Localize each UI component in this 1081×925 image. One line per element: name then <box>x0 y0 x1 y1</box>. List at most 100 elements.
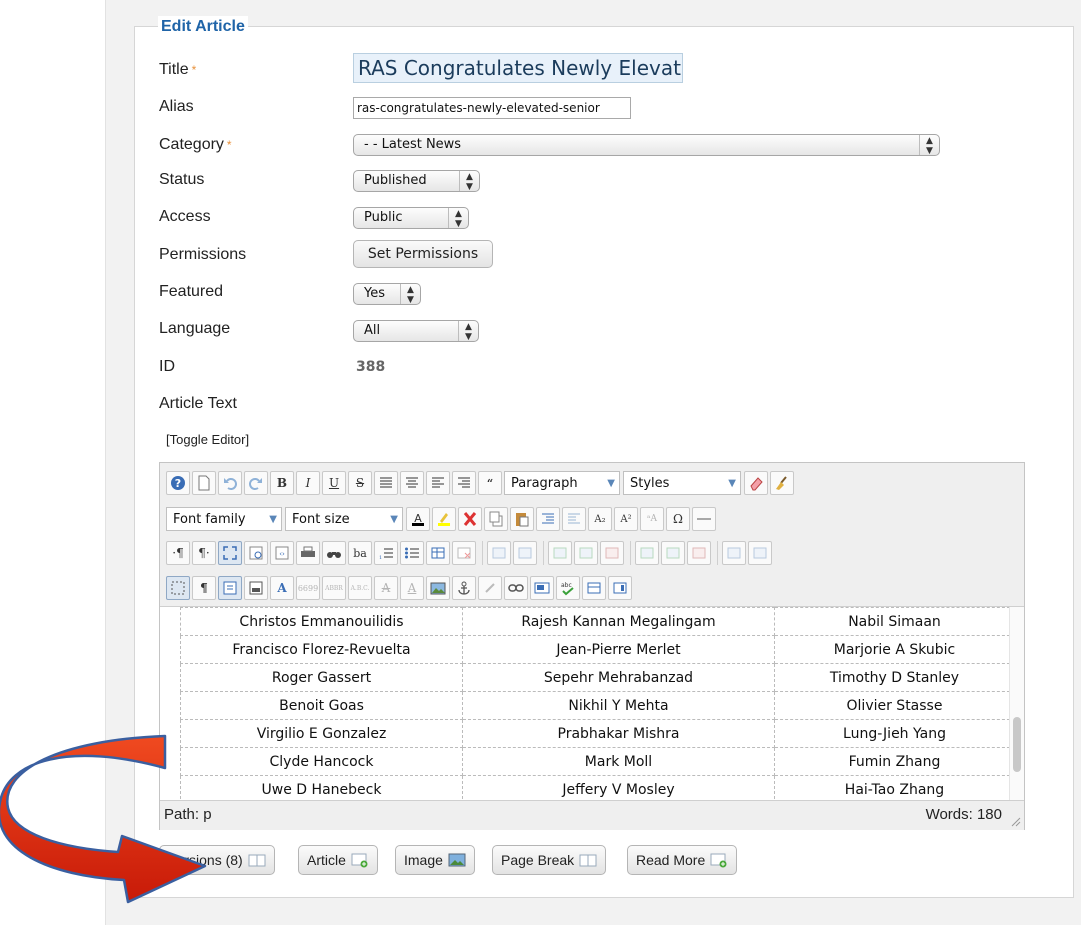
table-cell[interactable]: Roger Gassert <box>180 663 463 692</box>
image-button[interactable]: Image <box>395 845 475 875</box>
delete-column-icon[interactable] <box>687 541 711 565</box>
acronym-icon[interactable]: A.B.C. <box>348 576 372 600</box>
subscript-icon[interactable]: A₂ <box>588 507 612 531</box>
style-props-icon[interactable]: A <box>270 576 294 600</box>
unlink-icon[interactable] <box>478 576 502 600</box>
table-cell[interactable]: Francisco Florez-Revuelta <box>180 635 463 664</box>
find-icon[interactable] <box>322 541 346 565</box>
outdent-icon[interactable] <box>562 507 586 531</box>
toggle-editor-link[interactable]: [Toggle Editor] <box>166 432 249 447</box>
table-cell[interactable]: Olivier Stasse <box>774 691 1015 720</box>
styles-select[interactable]: Styles ▼ <box>623 471 741 495</box>
page-properties-icon[interactable] <box>608 576 632 600</box>
table-cell[interactable]: Sepehr Mehrabanzad <box>462 663 775 692</box>
italic-icon[interactable]: I <box>296 471 320 495</box>
help-icon[interactable]: ? <box>166 471 190 495</box>
new-document-icon[interactable] <box>192 471 216 495</box>
bullet-list-icon[interactable] <box>400 541 424 565</box>
table-cell[interactable]: Marjorie A Skubic <box>774 635 1015 664</box>
paste-icon[interactable] <box>510 507 534 531</box>
category-select[interactable]: - - Latest News ▲ ▼ <box>353 134 940 156</box>
insert-media-icon[interactable] <box>530 576 554 600</box>
table-cell[interactable]: Fumin Zhang <box>774 747 1015 776</box>
featured-select[interactable]: Yes ▲ ▼ <box>353 283 421 305</box>
table-cell[interactable]: Benoit Goas <box>180 691 463 720</box>
numbered-list-icon[interactable]: 1 <box>374 541 398 565</box>
insert-column-after-icon[interactable] <box>661 541 685 565</box>
delete-row-icon[interactable] <box>600 541 624 565</box>
table-cell[interactable]: Christos Emmanouilidis <box>180 607 463 636</box>
split-cells-icon[interactable] <box>722 541 746 565</box>
replace-icon[interactable]: ba <box>348 541 372 565</box>
indent-icon[interactable] <box>536 507 560 531</box>
align-justify-icon[interactable] <box>374 471 398 495</box>
cut-icon[interactable] <box>458 507 482 531</box>
table-cell[interactable]: Jean-Pierre Merlet <box>462 635 775 664</box>
cite-icon[interactable]: 6699 <box>296 576 320 600</box>
spellcheck-icon[interactable]: abc <box>556 576 580 600</box>
read-more-button[interactable]: Read More <box>627 845 738 875</box>
visual-chars-icon[interactable]: ¶ <box>192 576 216 600</box>
page-break-button[interactable]: Page Break <box>492 845 607 875</box>
delete-text-icon[interactable]: A <box>374 576 398 600</box>
table-cell[interactable]: Nikhil Y Mehta <box>462 691 775 720</box>
cell-properties-icon[interactable] <box>513 541 537 565</box>
undo-icon[interactable] <box>218 471 242 495</box>
scrollbar-thumb[interactable] <box>1013 717 1021 772</box>
insert-row-after-icon[interactable] <box>574 541 598 565</box>
visual-aid-icon[interactable] <box>166 576 190 600</box>
merge-cells-icon[interactable] <box>748 541 772 565</box>
align-center-icon[interactable] <box>400 471 424 495</box>
text-color-icon[interactable]: A <box>406 507 430 531</box>
table-cell[interactable]: Virgilio E Gonzalez <box>180 719 463 748</box>
access-select[interactable]: Public ▲ ▼ <box>353 207 469 229</box>
set-permissions-button[interactable]: Set Permissions <box>353 240 493 268</box>
anchor-icon[interactable] <box>452 576 476 600</box>
cleanup-broom-icon[interactable] <box>770 471 794 495</box>
font-size-select[interactable]: Font size ▼ <box>285 507 403 531</box>
eraser-icon[interactable] <box>744 471 768 495</box>
row-properties-icon[interactable] <box>487 541 511 565</box>
title-input[interactable]: RAS Congratulates Newly Elevated <box>353 53 683 83</box>
alias-input[interactable]: ras-congratulates-newly-elevated-senior <box>353 97 631 119</box>
print-icon[interactable] <box>296 541 320 565</box>
table-cell[interactable]: Jeffery V Mosley <box>462 775 775 800</box>
underline-icon[interactable]: U <box>322 471 346 495</box>
align-left-icon[interactable] <box>426 471 450 495</box>
table-cell[interactable]: Mark Moll <box>462 747 775 776</box>
insert-table-icon[interactable] <box>426 541 450 565</box>
insert-link-icon[interactable] <box>504 576 528 600</box>
superscript-icon[interactable]: A² <box>614 507 638 531</box>
editor-scrollbar[interactable] <box>1009 607 1024 800</box>
abbreviation-icon[interactable]: ABBR <box>322 576 346 600</box>
insert-column-before-icon[interactable] <box>635 541 659 565</box>
table-cell[interactable]: Clyde Hancock <box>180 747 463 776</box>
insert-row-before-icon[interactable] <box>548 541 572 565</box>
redo-icon[interactable] <box>244 471 268 495</box>
table-cell[interactable]: Timothy D Stanley <box>774 663 1015 692</box>
table-cell[interactable]: Rajesh Kannan Megalingam <box>462 607 775 636</box>
bold-icon[interactable]: B <box>270 471 294 495</box>
template-icon[interactable] <box>582 576 606 600</box>
table-cell[interactable]: Nabil Simaan <box>774 607 1015 636</box>
table-cell[interactable]: Prabhakar Mishra <box>462 719 775 748</box>
table-cell[interactable]: Uwe D Hanebeck <box>180 775 463 800</box>
resize-handle-icon[interactable] <box>1009 815 1021 827</box>
special-character-icon[interactable]: Ω <box>666 507 690 531</box>
article-button[interactable]: Article <box>298 845 378 875</box>
fullscreen-icon[interactable] <box>218 541 242 565</box>
preview-icon[interactable] <box>244 541 268 565</box>
editor-content-area[interactable]: Christos Emmanouilidis Rajesh Kannan Mega… <box>160 607 1024 800</box>
insert-text-icon[interactable]: A <box>400 576 424 600</box>
highlight-color-icon[interactable] <box>432 507 456 531</box>
html-source-icon[interactable]: ‹› <box>270 541 294 565</box>
format-select[interactable]: Paragraph ▼ <box>504 471 620 495</box>
delete-table-icon[interactable] <box>452 541 476 565</box>
blockquote-icon[interactable]: “ <box>478 471 502 495</box>
horizontal-rule-icon[interactable] <box>692 507 716 531</box>
insert-image-icon[interactable] <box>426 576 450 600</box>
character-case-icon[interactable]: ᵃA <box>640 507 664 531</box>
paste-word-icon[interactable] <box>218 576 242 600</box>
language-select[interactable]: All ▲ ▼ <box>353 320 479 342</box>
rtl-direction-icon[interactable]: ¶· <box>192 541 216 565</box>
